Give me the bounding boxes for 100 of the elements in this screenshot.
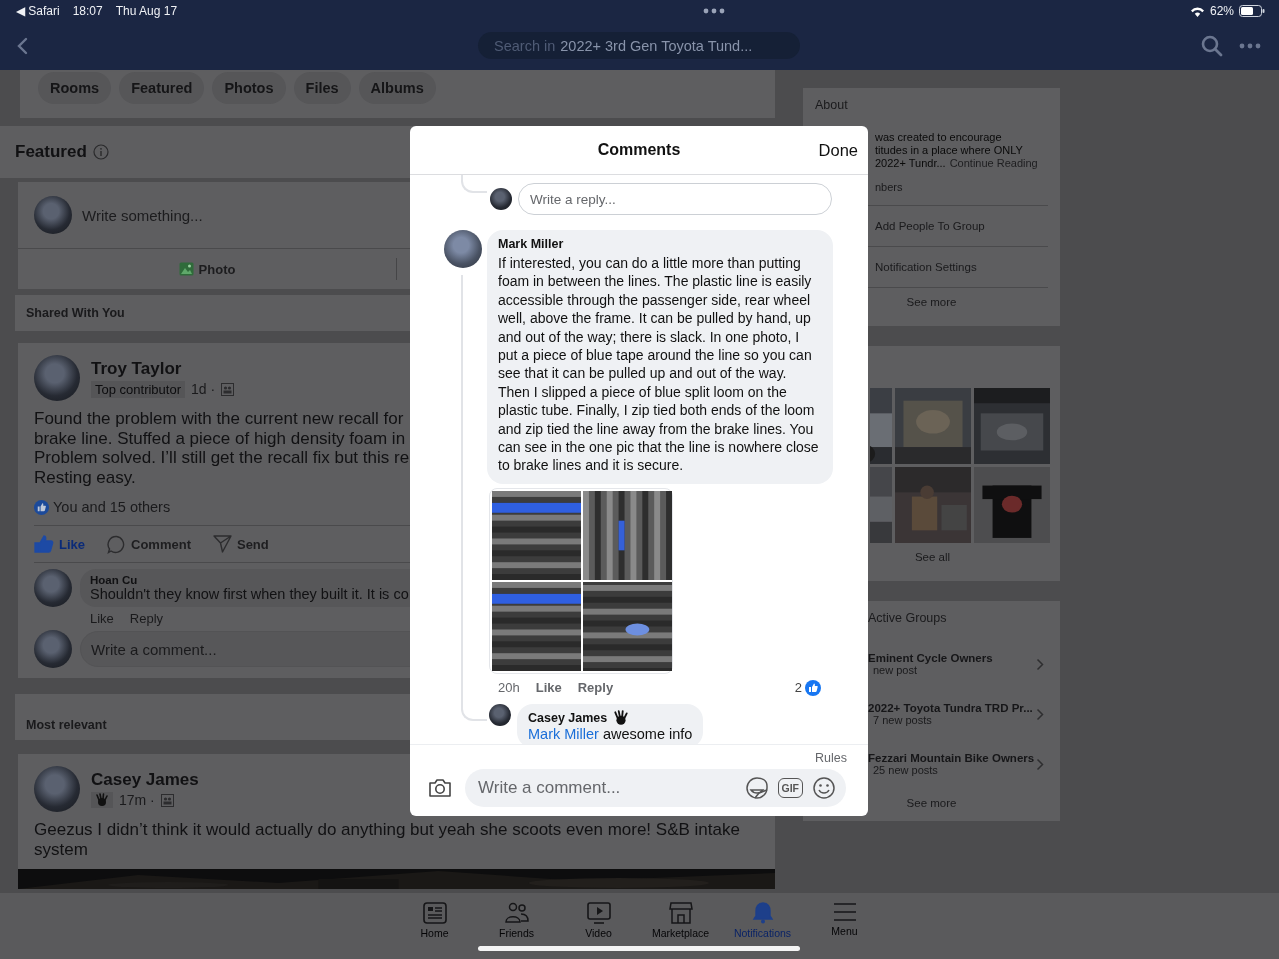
group-activity: 7 new posts — [872, 714, 933, 726]
back-icon[interactable] — [16, 37, 28, 55]
post-time: 1d · — [191, 381, 216, 397]
post-composer-field[interactable]: Write something... — [80, 205, 384, 225]
sticker-icon[interactable] — [744, 776, 769, 800]
comment-action-link[interactable]: Reply — [129, 611, 164, 626]
thumbs-up-icon — [34, 535, 54, 553]
store-icon — [668, 902, 693, 924]
camera-icon[interactable] — [428, 778, 452, 798]
group-tab[interactable]: Featured — [119, 72, 205, 104]
date-text: Thu Aug 17 — [115, 4, 178, 18]
reaction-summary[interactable]: You and 15 others — [53, 499, 171, 515]
battery-icon — [1239, 5, 1265, 17]
group-tab[interactable]: Albums — [358, 72, 436, 104]
avatar — [489, 703, 511, 726]
friends-icon — [504, 902, 529, 924]
section-title: Shared With You — [26, 306, 125, 320]
bottom-tab[interactable]: Marketplace — [639, 902, 722, 944]
bottom-tab[interactable]: Home — [393, 902, 476, 944]
post-text: Geezus I didn’t think it would actually do anything but yeah she scoots even more! S&B intake system — [34, 820, 740, 859]
about-text: titudes in a place where ONLY — [875, 144, 1023, 157]
group-name[interactable]: Eminent Cycle Owners — [868, 652, 993, 664]
author-name[interactable]: Casey James — [91, 770, 199, 790]
reply-field[interactable]: Write a reply... — [518, 183, 832, 215]
bottom-tab[interactable]: Notifications — [721, 902, 804, 944]
comment-icon — [107, 534, 126, 554]
post-text: Found the problem with the current new recall for brake line. Stuffed a piece of high density foam in Problem solved. I’ll still get the recall fix but this re Resting easy. — [34, 409, 410, 487]
group-tab[interactable]: Files — [293, 72, 351, 104]
info-icon[interactable] — [92, 144, 109, 160]
clock-time: 18:07 — [72, 4, 103, 18]
chevron-right-icon[interactable] — [1036, 707, 1044, 721]
see-all-link[interactable]: See all — [914, 543, 951, 571]
avatar — [490, 188, 512, 210]
see-more-link[interactable]: See more — [906, 288, 957, 316]
search-prefix: Search in — [494, 37, 556, 54]
commenter-name[interactable]: Casey James — [528, 710, 608, 725]
group-tab[interactable]: Rooms — [38, 72, 112, 104]
gif-button[interactable]: GIF — [777, 778, 803, 798]
continue-reading-link[interactable]: Continue Reading — [949, 157, 1038, 170]
group-tab[interactable]: Photos — [212, 72, 286, 104]
dialog-title: Comments — [597, 141, 681, 159]
hand-icon — [613, 709, 630, 726]
chevron-right-icon[interactable] — [1036, 757, 1044, 771]
comment-action-link[interactable]: Reply — [577, 680, 614, 696]
avatar — [34, 196, 72, 234]
group-icon — [160, 793, 174, 807]
post-action-button[interactable]: Comment — [107, 534, 191, 554]
featured-title: Featured — [15, 142, 87, 162]
post-action-button[interactable]: Send — [212, 535, 269, 553]
search-field[interactable]: Search in 2022+ 3rd Gen Toyota Tund... — [478, 32, 800, 59]
mention-link[interactable]: Mark Miller — [528, 725, 599, 742]
group-name[interactable]: 2022+ Toyota Tundra TRD Pr... — [868, 702, 1033, 714]
hand-icon — [95, 793, 109, 807]
group-icon — [221, 382, 235, 396]
bell-icon — [751, 902, 774, 924]
group-name[interactable]: Fezzari Mountain Bike Owners — [868, 752, 1035, 764]
about-text: was created to encourage — [875, 131, 1002, 144]
section-title: Most relevant — [26, 718, 107, 732]
comment-field[interactable]: Write a comment... GIF — [465, 769, 846, 807]
photo-icon — [178, 262, 194, 276]
search-scope: 2022+ 3rd Gen Toyota Tund... — [560, 37, 753, 54]
more-icon[interactable] — [702, 8, 725, 14]
back-to-app-link[interactable]: ◀ Safari — [16, 4, 60, 18]
search-icon[interactable] — [1201, 35, 1223, 57]
see-more-link[interactable]: See more — [906, 789, 957, 817]
done-button[interactable]: Done — [818, 140, 858, 160]
bottom-tab[interactable]: Menu — [803, 902, 886, 944]
bottom-tab[interactable]: Friends — [475, 902, 558, 944]
video-icon — [586, 902, 611, 924]
group-activity: new post — [872, 664, 919, 676]
send-icon — [212, 535, 232, 553]
author-name[interactable]: Troy Taylor — [91, 358, 235, 379]
comment-action-link[interactable]: Like — [535, 680, 562, 696]
post-action-button[interactable]: Like — [34, 535, 85, 553]
avatar — [34, 630, 72, 668]
photo-button[interactable]: Photo — [18, 261, 396, 277]
like-reaction-icon — [34, 499, 49, 515]
comment-time: 20h — [498, 680, 520, 696]
reply-text: Mark Miller awesome info — [528, 725, 693, 742]
avatar — [34, 569, 72, 607]
chevron-right-icon[interactable] — [1036, 657, 1044, 671]
card-title: Active Groups — [867, 611, 948, 625]
more-icon[interactable] — [1239, 43, 1261, 49]
about-text: 2022+ Tundr... — [875, 157, 946, 170]
post-time: 17m · — [119, 792, 155, 808]
contributor-badge: Top contributor — [91, 380, 185, 398]
home-icon — [422, 902, 447, 924]
like-count: 2 — [794, 680, 802, 696]
menu-icon — [832, 902, 857, 922]
rules-link[interactable]: Rules — [815, 751, 847, 765]
card-title: About — [815, 98, 849, 112]
comment-action-link[interactable]: Like — [90, 611, 114, 626]
group-activity: 25 new posts — [872, 764, 939, 776]
bottom-tab[interactable]: Video — [557, 902, 640, 944]
avatar — [34, 355, 80, 401]
avatar — [444, 230, 482, 268]
emoji-icon[interactable] — [812, 776, 836, 800]
wifi-icon — [1189, 5, 1205, 17]
avatar — [34, 766, 80, 812]
like-reaction-icon — [805, 679, 821, 696]
